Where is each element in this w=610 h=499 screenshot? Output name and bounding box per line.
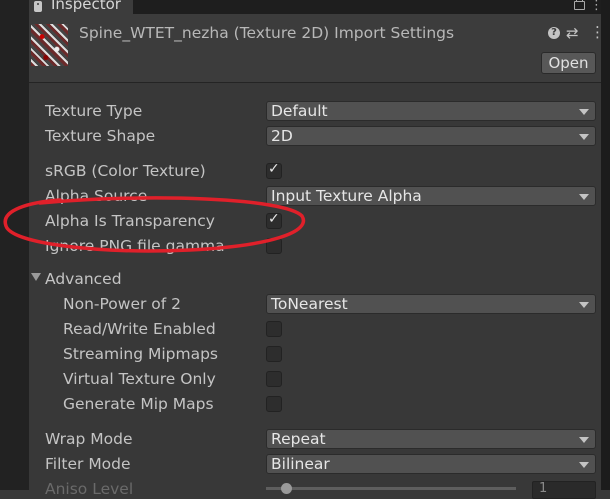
context-menu-icon[interactable]: ⋮ [590,23,605,41]
filter-mode-value: Bilinear [271,455,330,473]
tab-label: Inspector [51,0,121,13]
aniso-level-slider-handle[interactable] [281,483,292,494]
non-power-of-2-value: ToNearest [271,295,348,313]
read-write-checkbox[interactable] [266,321,282,337]
kebab-menu-icon[interactable]: ⋮ [590,0,603,12]
srgb-checkbox[interactable]: ✓ [266,161,282,179]
page-title: Spine_WTET_nezha (Texture 2D) Import Set… [79,24,455,42]
virtual-texture-only-checkbox[interactable] [266,371,282,387]
alpha-source-label: Alpha Source [45,187,148,205]
alpha-source-dropdown[interactable]: Input Texture Alpha [266,186,596,206]
streaming-mipmaps-checkbox[interactable] [266,346,282,362]
alpha-is-transparency-label: Alpha Is Transparency [45,212,215,230]
filter-mode-dropdown[interactable]: Bilinear [266,454,596,474]
chevron-down-icon [579,437,589,443]
left-panel-edge [0,0,29,490]
chevron-down-icon [579,302,589,308]
alpha-is-transparency-checkbox[interactable]: ✓ [266,211,282,229]
chevron-down-icon [579,109,589,115]
ignore-png-gamma-label: Ignore PNG file gamma [45,237,225,255]
aniso-level-label: Aniso Level [45,480,134,498]
texture-shape-dropdown[interactable]: 2D [266,126,596,146]
non-power-of-2-label: Non-Power of 2 [63,295,182,313]
lock-icon[interactable] [574,0,585,10]
chevron-down-icon [579,134,589,140]
preset-icon[interactable]: ⇄ [566,24,579,42]
streaming-mipmaps-label: Streaming Mipmaps [63,345,219,363]
texture-thumbnail [31,24,68,66]
aniso-level-value: 1 [539,481,548,496]
help-icon[interactable]: ? [548,27,560,39]
read-write-label: Read/Write Enabled [63,320,216,338]
texture-shape-value: 2D [271,127,293,145]
chevron-down-icon [579,194,589,200]
alpha-source-value: Input Texture Alpha [271,187,422,205]
scrollbar-track[interactable] [601,0,610,490]
chevron-down-icon [579,462,589,468]
aniso-level-field[interactable]: 1 [532,481,596,499]
wrap-mode-value: Repeat [271,430,326,448]
virtual-texture-only-label: Virtual Texture Only [63,370,216,388]
texture-type-dropdown[interactable]: Default [266,101,596,121]
check-icon: ✓ [268,161,280,177]
wrap-mode-label: Wrap Mode [45,430,133,448]
non-power-of-2-dropdown[interactable]: ToNearest [266,294,596,314]
open-button[interactable]: Open [541,52,596,74]
inspector-icon [34,1,42,12]
generate-mip-maps-checkbox[interactable] [266,396,282,412]
texture-type-label: Texture Type [45,102,143,120]
wrap-mode-dropdown[interactable]: Repeat [266,429,596,449]
filter-mode-label: Filter Mode [45,455,131,473]
texture-shape-label: Texture Shape [45,127,156,145]
foldout-arrow-icon[interactable] [31,273,41,281]
advanced-foldout[interactable]: Advanced [45,269,122,289]
srgb-label: sRGB (Color Texture) [45,162,206,180]
tab-inspector[interactable]: Inspector [29,0,133,14]
check-icon: ✓ [268,211,280,227]
generate-mip-maps-label: Generate Mip Maps [63,395,214,413]
ignore-png-gamma-checkbox[interactable] [266,238,282,254]
texture-type-value: Default [271,102,328,120]
